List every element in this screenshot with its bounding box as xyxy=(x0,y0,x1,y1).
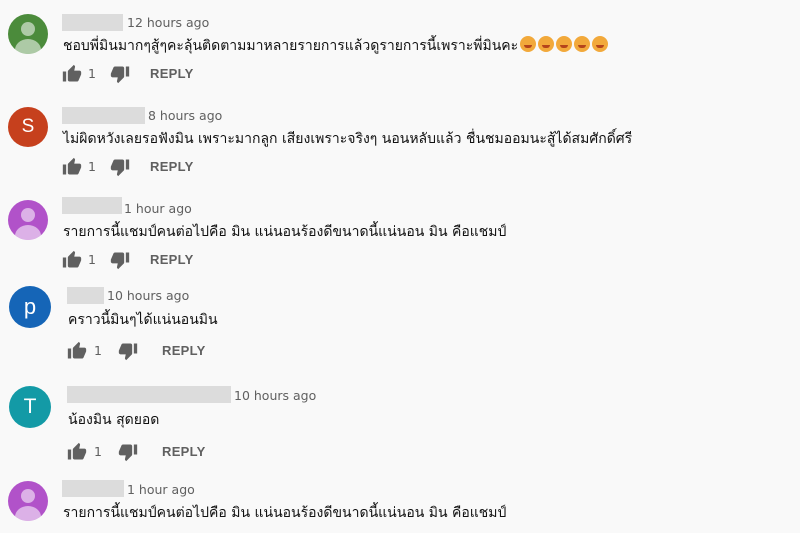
thumbs-up-icon[interactable] xyxy=(62,250,82,270)
avatar-letter: p xyxy=(23,294,37,319)
author-name-redacted[interactable] xyxy=(62,480,124,497)
smiling-face-emoji-icon xyxy=(592,36,609,52)
default-avatar-head-icon xyxy=(21,208,35,222)
default-avatar-body-icon xyxy=(15,225,41,240)
thumbs-up-icon[interactable] xyxy=(62,157,82,177)
comment-text: ไม่ผิดหวังเลยรอฟังมิน เพราะมากลูก เสียงเ… xyxy=(63,131,633,147)
avatar[interactable] xyxy=(8,200,48,240)
comment-timestamp[interactable]: 1 hour ago xyxy=(124,200,192,217)
smiling-face-emoji-icon xyxy=(556,36,573,52)
thumbs-down-icon[interactable] xyxy=(110,157,130,177)
comment-thread: 1 hour ago รายการนี้แชมป์คนต่อไปคือ มิน … xyxy=(0,186,800,279)
thumbs-down-icon[interactable] xyxy=(118,341,138,361)
comment-text: ชอบพี่มินมากๆสู้ๆคะลุ้นติดตามมาหลายรายกา… xyxy=(63,36,609,56)
comment-text: น้องมิน สุดยอด xyxy=(68,412,160,428)
author-name-redacted[interactable] xyxy=(67,386,231,403)
avatar[interactable] xyxy=(8,14,48,54)
comment-text: รายการนี้แชมป์คนต่อไปคือ มิน แน่นอนร้องด… xyxy=(63,224,507,240)
avatar[interactable] xyxy=(8,481,48,521)
author-name-redacted[interactable] xyxy=(67,287,104,304)
thumbs-down-icon[interactable] xyxy=(110,64,130,84)
like-count: 1 xyxy=(88,66,96,81)
author-name-redacted[interactable] xyxy=(62,14,123,31)
comment-timestamp[interactable]: 10 hours ago xyxy=(234,387,316,404)
comment-thread: 1 hour ago รายการนี้แชมป์คนต่อไปคือ มิน … xyxy=(0,465,800,533)
comment-thread: 12 hours ago ชอบพี่มินมากๆสู้ๆคะลุ้นติดต… xyxy=(0,0,800,93)
thumbs-up-icon[interactable] xyxy=(62,64,82,84)
reply-button[interactable]: REPLY xyxy=(150,64,194,84)
like-count: 1 xyxy=(88,159,96,174)
comment-timestamp[interactable]: 8 hours ago xyxy=(148,107,222,124)
comment-actions: 1 REPLY xyxy=(62,157,262,177)
comment-text-content: ชอบพี่มินมากๆสู้ๆคะลุ้นติดตามมาหลายรายกา… xyxy=(63,38,519,54)
comment-thread: p 10 hours ago คราวนี้มินๆได้แน่นอนมิน 1… xyxy=(0,279,800,372)
default-avatar-body-icon xyxy=(15,506,41,521)
thumbs-up-icon[interactable] xyxy=(67,442,87,462)
comment-thread: T 10 hours ago น้องมิน สุดยอด 1 REPLY xyxy=(0,372,800,465)
like-count: 1 xyxy=(88,252,96,267)
like-count: 1 xyxy=(94,444,102,459)
comment-actions: 1 REPLY xyxy=(67,442,277,462)
comment-actions: 1 REPLY xyxy=(67,341,277,361)
thumbs-down-icon[interactable] xyxy=(118,442,138,462)
reply-button[interactable]: REPLY xyxy=(162,442,206,462)
thumbs-down-icon[interactable] xyxy=(110,250,130,270)
comment-text: รายการนี้แชมป์คนต่อไปคือ มิน แน่นอนร้องด… xyxy=(63,505,507,521)
avatar-letter: S xyxy=(21,116,35,137)
comment-timestamp[interactable]: 12 hours ago xyxy=(127,14,209,31)
like-count: 1 xyxy=(94,343,102,358)
comment-timestamp[interactable]: 1 hour ago xyxy=(127,481,195,498)
reply-button[interactable]: REPLY xyxy=(150,157,194,177)
avatar[interactable]: p xyxy=(9,286,51,328)
default-avatar-head-icon xyxy=(21,22,35,36)
author-name-redacted[interactable] xyxy=(62,107,145,124)
thumbs-up-icon[interactable] xyxy=(67,341,87,361)
comment-actions: 1 REPLY xyxy=(62,250,262,270)
default-avatar-head-icon xyxy=(21,489,35,503)
smiling-face-emoji-icon xyxy=(520,36,537,52)
comment-text: คราวนี้มินๆได้แน่นอนมิน xyxy=(68,312,218,328)
avatar[interactable]: S xyxy=(8,107,48,147)
reply-button[interactable]: REPLY xyxy=(150,250,194,270)
author-name-redacted[interactable] xyxy=(62,197,122,214)
comment-timestamp[interactable]: 10 hours ago xyxy=(107,287,189,304)
avatar-letter: T xyxy=(23,395,37,418)
reply-button[interactable]: REPLY xyxy=(162,341,206,361)
smiling-face-emoji-icon xyxy=(574,36,591,52)
comment-actions: 1 REPLY xyxy=(62,64,262,84)
smiling-face-emoji-icon xyxy=(538,36,555,52)
comment-thread: S 8 hours ago ไม่ผิดหวังเลยรอฟังมิน เพรา… xyxy=(0,93,800,186)
avatar[interactable]: T xyxy=(9,386,51,428)
default-avatar-body-icon xyxy=(15,39,41,54)
